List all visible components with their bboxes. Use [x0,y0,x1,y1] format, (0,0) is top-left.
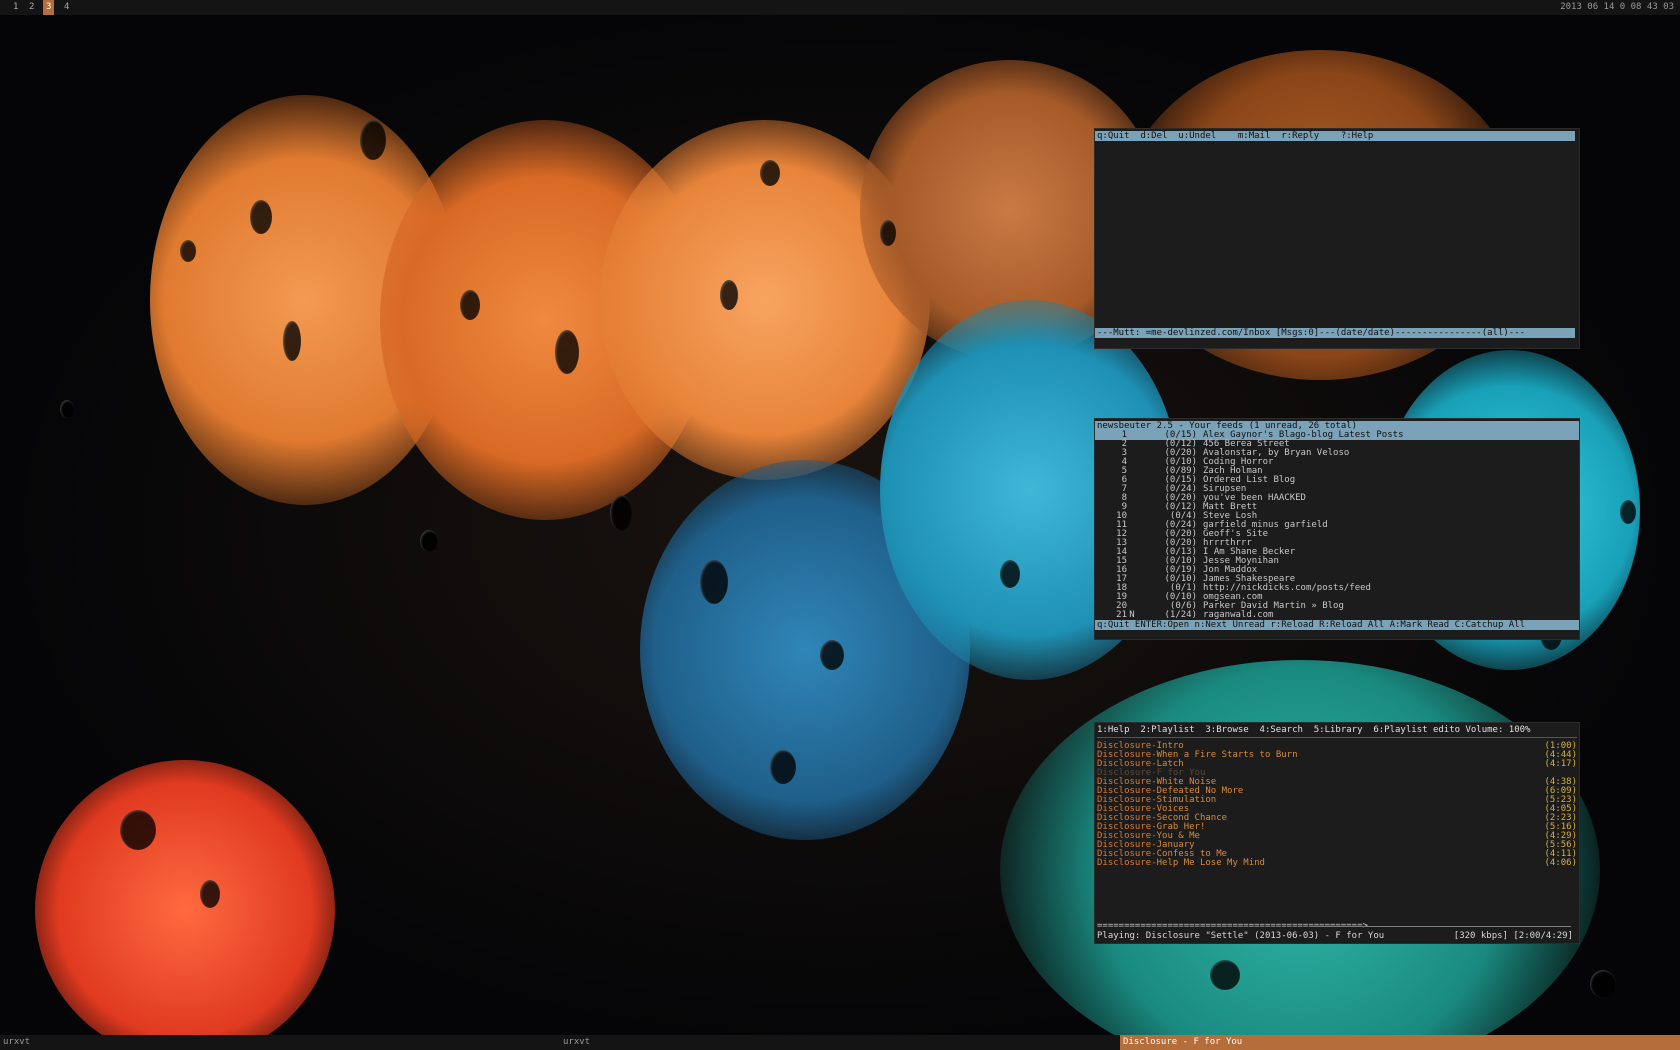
mutt-help-bar: q:Quit d:Del u:Undel m:Mail r:Reply ?:He… [1095,131,1575,141]
raindrop [250,200,272,234]
feed-unread-flag [1127,566,1137,575]
raindrop [120,810,156,850]
feed-unread-flag [1127,593,1137,602]
feed-unread-flag [1127,476,1137,485]
feed-unread-flag [1127,485,1137,494]
raindrop [1210,960,1240,990]
feed-unread-flag [1127,548,1137,557]
track-artist: Disclosure [1097,858,1152,868]
feed-row[interactable]: 21 N (1/24) raganwald.com [1095,611,1579,620]
feed-unread-flag [1127,449,1137,458]
track-title: Latch [1156,759,1184,769]
track-title: F for You [1156,768,1206,778]
bokeh-red-bottom [35,760,335,1050]
raindrop [460,290,480,320]
raindrop [283,321,301,361]
track-duration: (4:17) [1544,759,1577,769]
feed-unread-flag [1127,539,1137,548]
raindrop [720,280,738,310]
feed-title: Ordered List Blog [1203,475,1296,485]
feed-list[interactable]: 1 (0/15) Alex Gaynor's Blago-blog Latest P… [1095,431,1579,620]
workspace-4[interactable]: 4 [61,0,72,15]
raindrop [760,160,780,186]
bitrate-time: [320 kbps] [2:00/4:29] [1453,931,1573,941]
header-divider [1097,737,1577,738]
feed-unread-flag [1127,503,1137,512]
feed-unread-flag [1127,521,1137,530]
playlist-track[interactable]: Disclosure - Help Me Lose My Mind (4:06) [1095,859,1579,868]
raindrop [555,330,579,374]
clock: 2013 06 14 0 08 43 03 [1560,2,1674,12]
track-duration: (4:06) [1544,858,1577,868]
task-urxvt-2[interactable]: urxvt [560,1035,1116,1050]
progress-bar-track [1313,926,1571,927]
raindrop [1590,970,1616,998]
feed-unread-flag [1127,530,1137,539]
feed-title: raganwald.com [1203,610,1274,620]
feed-row[interactable]: 9 (0/12) Matt Brett [1095,503,1579,512]
workspace-1[interactable]: 1 [10,0,21,15]
task-now-playing[interactable]: Disclosure - F for You [1120,1035,1680,1050]
bottom-panel: urxvt urxvt Disclosure - F for You [0,1035,1680,1050]
ncmpcpp-header: 1:Help 2:Playlist 3:Browse 4:Search 5:Li… [1097,725,1531,735]
raindrop [420,530,438,552]
feed-unread-flag [1127,467,1137,476]
track-title: You & Me [1156,831,1200,841]
feed-number: 21 [1116,610,1127,620]
task-urxvt-1[interactable]: urxvt [0,1035,561,1050]
feed-unread-flag [1127,494,1137,503]
raindrop [880,220,896,246]
feed-title: you've been HAACKED [1203,493,1306,503]
raindrop [180,240,196,262]
now-playing-text: Playing: Disclosure "Settle" (2013-06-03… [1097,931,1385,941]
track-title: Help Me Lose My Mind [1156,858,1265,868]
top-panel: 1 2 3 4 2013 06 14 0 08 43 03 [0,0,1680,15]
mutt-terminal[interactable]: q:Quit d:Del u:Undel m:Mail r:Reply ?:He… [1094,128,1580,349]
feed-unread-flag [1127,512,1137,521]
raindrop [360,120,386,160]
now-playing-status: Playing: Disclosure "Settle" (2013-06-03… [1097,932,1573,941]
feed-unread-flag [1127,584,1137,593]
raindrop [200,880,220,908]
raindrop [60,400,74,418]
feed-title: Jesse Moynihan [1203,556,1279,566]
feed-unread-flag [1127,575,1137,584]
feed-title: Geoff's Site [1203,529,1269,539]
feed-count: (1/24) [1164,610,1197,620]
raindrop [820,640,844,670]
workspace-2[interactable]: 2 [26,0,37,15]
workspace-3[interactable]: 3 [43,0,55,15]
feed-unread-flag [1127,440,1137,449]
ncmpcpp-terminal[interactable]: 1:Help 2:Playlist 3:Browse 4:Search 5:Li… [1094,722,1580,944]
track-title: When a Fire Starts to Burn [1156,750,1298,760]
track-title: Stimulation [1156,795,1217,805]
raindrop [770,750,796,784]
feed-title: Matt Brett [1203,502,1258,512]
mutt-status-bar: ---Mutt: =me-devlinzed.com/Inbox [Msgs:0… [1095,328,1575,338]
track-title: Second Chance [1156,813,1228,823]
newsbeuter-help-bar: q:Quit ENTER:Open n:Next Unread r:Reload… [1095,620,1579,630]
playlist[interactable]: Disclosure - Intro (1:00) Disclosure - Whe… [1095,742,1579,868]
raindrop [1620,500,1636,524]
raindrop [700,560,728,604]
track-title: Grab Her! [1156,822,1206,832]
feed-unread-flag: N [1129,610,1135,620]
feed-unread-flag [1127,458,1137,467]
feed-unread-flag [1127,431,1137,440]
raindrop [610,495,632,531]
feed-unread-flag [1127,557,1137,566]
newsbeuter-terminal[interactable]: newsbeuter 2.5 - Your feeds (1 unread, 2… [1094,418,1580,640]
raindrop [1000,560,1020,588]
